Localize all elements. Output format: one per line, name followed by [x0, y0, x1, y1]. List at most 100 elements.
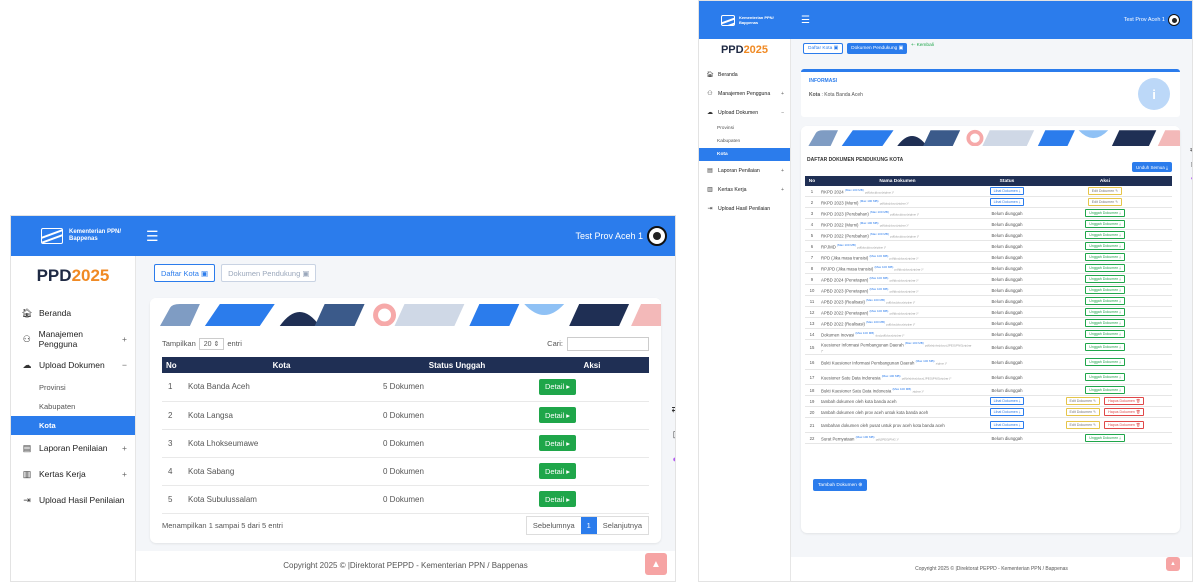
nav-beranda[interactable]: 🏠︎ Beranda — [699, 65, 790, 84]
col-no[interactable]: No — [162, 357, 184, 373]
table-header: No Kota Status Unggah Aksi — [162, 357, 649, 373]
nav-sub-provinsi[interactable]: Provinsi — [699, 122, 790, 135]
unggah-dokumen-button[interactable]: Unggah Dokumen ⤓ — [1085, 297, 1125, 305]
col-status: Status — [976, 176, 1038, 186]
unggah-dokumen-button[interactable]: Unggah Dokumen ⤓ — [1085, 373, 1125, 381]
unggah-dokumen-button[interactable]: Unggah Dokumen ⤓ — [1085, 242, 1125, 250]
file-type-hint: pdf|xls|xlsx|docx|JPEG|PNG|zip|rar )* — [901, 376, 952, 381]
col-kota[interactable]: Kota — [184, 357, 379, 373]
edit-dokumen-button[interactable]: Edit Dokumen ✎ — [1065, 408, 1101, 416]
unggah-dokumen-button[interactable]: Unggah Dokumen ⤓ — [1085, 358, 1125, 366]
lihat-dokumen-button[interactable]: Lihat Dokumen ⤓ — [989, 397, 1025, 405]
nav-sub-kabupaten[interactable]: Kabupaten — [11, 397, 135, 416]
unggah-dokumen-button[interactable]: Unggah Dokumen ⤓ — [1085, 275, 1125, 283]
translate-icon[interactable]: ⇄ — [671, 404, 675, 415]
col-status[interactable]: Status Unggah — [379, 357, 535, 373]
unggah-dokumen-button[interactable]: Unggah Dokumen ⤓ — [1085, 264, 1125, 272]
lihat-dokumen-button[interactable]: Lihat Dokumen ⤓ — [989, 198, 1025, 206]
hapus-dokumen-button[interactable]: Hapus Dokumen 🗑︎ — [1104, 408, 1145, 416]
scroll-top-button[interactable]: ▲ — [645, 553, 667, 575]
nav-upload-dokumen[interactable]: ☁ Upload Dokumen − — [11, 352, 135, 378]
expand-icon: + — [122, 443, 127, 453]
daftar-kota-button[interactable]: Daftar Kota ▣ — [803, 43, 844, 54]
scroll-top-button[interactable]: ▲ — [1166, 557, 1180, 571]
unggah-dokumen-button[interactable]: Unggah Dokumen ⤓ — [1085, 343, 1125, 351]
nav-sub-kabupaten[interactable]: Kabupaten — [699, 135, 790, 148]
row-no: 2 — [805, 196, 819, 208]
nav-kertas-kerja[interactable]: ▥ Kertas Kerja + — [699, 180, 790, 199]
unggah-dokumen-button[interactable]: Unggah Dokumen ⤓ — [1085, 319, 1125, 327]
download-icon: ⤓ — [1018, 189, 1021, 193]
next-page-button[interactable]: Selanjutnya — [597, 517, 648, 534]
table-row: 22 Surat Pernyataan (Max 100 MB) pdf|JPEG… — [805, 432, 1172, 444]
detail-button[interactable]: Detail ▸ — [539, 463, 577, 479]
user-name: Test Prov Aceh 1 — [575, 231, 643, 241]
detail-button[interactable]: Detail ▸ — [539, 378, 577, 395]
nav-upload-hasil[interactable]: ⇥ Upload Hasil Penilaian — [699, 199, 790, 218]
nav-sub-kota[interactable]: Kota — [11, 416, 135, 435]
unggah-dokumen-button[interactable]: Unggah Dokumen ⤓ — [1085, 386, 1125, 394]
edit-dokumen-button[interactable]: Edit Dokumen ✎ — [1065, 421, 1101, 429]
hapus-dokumen-button[interactable]: Hapus Dokumen 🗑︎ — [1104, 397, 1145, 405]
nav-upload-dokumen[interactable]: ☁ Upload Dokumen − — [699, 103, 790, 122]
row-no: 5 — [805, 229, 819, 241]
hamburger-menu-icon[interactable]: ☰ — [146, 228, 159, 245]
page-1-button[interactable]: 1 — [580, 517, 597, 534]
brand[interactable]: Kementerian PPN/ Bappenas — [699, 1, 791, 39]
unggah-dokumen-button[interactable]: Unggah Dokumen ⤓ — [1085, 231, 1125, 239]
unggah-dokumen-button[interactable]: Unggah Dokumen ⤓ — [1085, 308, 1125, 316]
unggah-dokumen-button[interactable]: Unggah Dokumen ⤓ — [1085, 209, 1125, 217]
entries-select[interactable]: 20 ⇕ — [198, 338, 225, 350]
lihat-dokumen-button[interactable]: Lihat Dokumen ⤓ — [989, 187, 1025, 195]
nav-manajemen-pengguna[interactable]: ⚇ Manajemen Pengguna + — [699, 84, 790, 103]
search-input[interactable] — [567, 337, 649, 351]
edit-dokumen-button[interactable]: Edit Dokumen ✎ — [1065, 397, 1101, 405]
nav-laporan-penilaian[interactable]: ▤ Laporan Penilaian + — [699, 161, 790, 180]
nav-sub-kota[interactable]: Kota — [699, 148, 790, 161]
table-row: 5 RKPD 2022 (Perubahan) (Max 100 MB) pdf|… — [805, 229, 1172, 241]
dokumen-pendukung-button[interactable]: Dokumen Pendukung ▣ — [221, 264, 317, 282]
nav-sub-provinsi[interactable]: Provinsi — [11, 378, 135, 397]
sign-in-icon: ⇥ — [707, 206, 713, 212]
unggah-dokumen-button[interactable]: Unggah Dokumen ⤓ — [1085, 434, 1125, 442]
nav-laporan-penilaian[interactable]: ▤ Laporan Penilaian + — [11, 435, 135, 461]
unggah-dokumen-button[interactable]: Unggah Dokumen ⤓ — [1085, 330, 1125, 338]
edit-dokumen-button[interactable]: Edit Dokumen ✎ — [1087, 198, 1123, 206]
detail-button[interactable]: Detail ▸ — [539, 407, 577, 423]
dokumen-pendukung-button[interactable]: Dokumen Pendukung ▣ — [847, 43, 908, 54]
user-avatar-icon[interactable] — [1168, 14, 1180, 26]
daftar-kota-button[interactable]: Daftar Kota ▣ — [154, 264, 216, 282]
row-nama: RPD (Jika masa transisi) (Max 100 MB) pd… — [819, 251, 976, 263]
detail-button[interactable]: Detail ▸ — [539, 435, 577, 451]
nav-upload-hasil[interactable]: ⇥ Upload Hasil Penilaian — [11, 487, 135, 513]
hapus-dokumen-button[interactable]: Hapus Dokumen 🗑︎ — [1104, 421, 1145, 429]
arrow-up-icon: ▲ — [1170, 561, 1176, 567]
unggah-dokumen-button[interactable]: Unggah Dokumen ⤓ — [1085, 286, 1125, 294]
nav-kertas-kerja[interactable]: ▥ Kertas Kerja + — [11, 461, 135, 487]
unggah-dokumen-button[interactable]: Unggah Dokumen ⤓ — [1085, 253, 1125, 261]
user-menu[interactable]: Test Prov Aceh 1 — [1124, 14, 1180, 26]
reader-icon[interactable]: ▯ — [673, 429, 675, 440]
user-menu[interactable]: Test Prov Aceh 1 — [575, 226, 667, 246]
detail-button[interactable]: Detail ▸ — [539, 491, 577, 507]
row-status: 0 Dokumen — [379, 457, 535, 486]
nav-manajemen-pengguna[interactable]: ⚇ Manajemen Pengguna + — [11, 326, 135, 352]
hamburger-menu-icon[interactable]: ☰ — [801, 15, 810, 26]
prev-page-button[interactable]: Sebelumnya — [527, 517, 581, 534]
file-type-hint: pdf|doc|docx|zip|rar )* — [879, 223, 909, 228]
nav-beranda[interactable]: 🏠︎ Beranda — [11, 300, 135, 326]
kembali-link[interactable]: ⇠ Kembali — [911, 43, 934, 54]
tambah-dokumen-button[interactable]: Tambah Dokumen ⊕ — [813, 479, 868, 491]
row-kota: Kota Subulussalam — [184, 485, 379, 514]
lihat-dokumen-button[interactable]: Lihat Dokumen ⤓ — [989, 421, 1025, 429]
upload-icon: ⤓ — [1119, 360, 1121, 364]
download-icon: ⤓ — [1018, 410, 1021, 414]
lihat-dokumen-button[interactable]: Lihat Dokumen ⤓ — [989, 408, 1025, 416]
color-icon[interactable]: ● — [673, 454, 676, 464]
unggah-dokumen-button[interactable]: Unggah Dokumen ⤓ — [1085, 220, 1125, 228]
user-avatar-icon[interactable] — [647, 226, 667, 246]
unduh-semua-button[interactable]: Unduh Semua ⤓ — [1131, 162, 1172, 172]
brand[interactable]: Kementerian PPN/ Bappenas — [11, 216, 136, 256]
edit-dokumen-button[interactable]: Edit Dokumen ✎ — [1087, 187, 1123, 195]
home-icon: 🏠︎ — [21, 307, 33, 318]
